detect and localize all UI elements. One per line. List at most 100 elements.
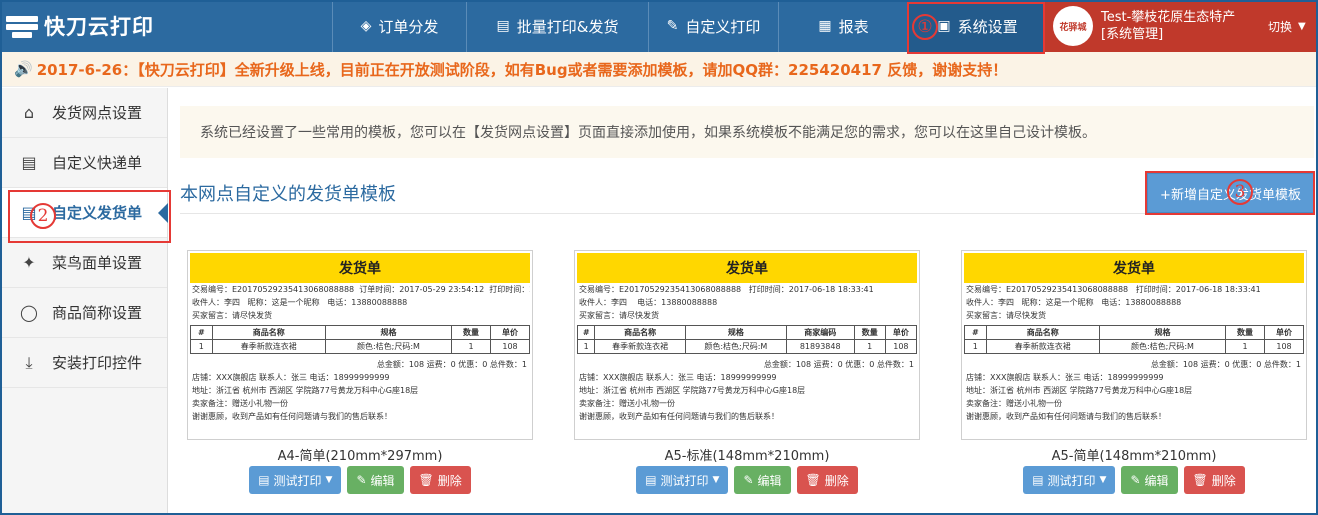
trash-icon: 🗑 [418,473,434,487]
sidebar-item-label: 自定义快递单 [52,154,143,172]
template-card: 发货单 交易编号：E20170529235413068088888 打印时间：2… [574,250,920,494]
test-print-button[interactable]: ▤ 测试打印 ▼ [249,466,342,494]
preview-buyer-msg: 买家留言：请尽快发货 [966,311,1046,320]
table-header: 单价 [884,325,918,340]
preview-buyer-msg: 买家留言：请尽快发货 [192,311,272,320]
caret-down-icon: ▼ [325,475,333,485]
delete-button[interactable]: 🗑 删除 [1183,466,1245,494]
preview-receiver-line: 收件人：李四 昵称：这是一个昵称 电话：13880088888 [964,296,1304,309]
preview-buyer-msg: 买家留言：请尽快发货 [579,311,659,320]
printer-icon: ▤ [1032,473,1044,487]
preview-totals: 总金额：108 运费：0 优惠：0 总件数：1 [763,360,914,369]
table-header: 商品名称 [985,325,1100,340]
app-title: 快刀云打印 [44,15,154,39]
preview-seller-note: 卖家备注：赠送小礼物一份 [579,399,675,408]
delete-button[interactable]: 🗑 删除 [796,466,858,494]
user-role: [系统管理] [1101,27,1164,42]
preview-receiver: 收件人：李四 [192,298,240,307]
nav-label: 报表 [838,17,869,36]
chat-bubble-icon: ◯ [20,303,38,322]
cell: 1 [1225,339,1265,354]
table-header: 规格 [324,325,453,340]
app-logo[interactable]: 快刀云打印 [6,0,154,52]
template-caption: A4-简单(210mm*297mm) [277,449,443,464]
preview-receiver: 收件人：李四 [579,298,627,307]
table-row: 1 春季新款连衣裙 颜色:桔色;尺码:M 1 108 [964,339,1304,354]
edit-button[interactable]: ✎ 编辑 [347,466,404,494]
nav-label: 订单分发 [378,17,439,36]
button-label: 删除 [824,473,849,488]
nav-custom-print[interactable]: ✎ 自定义打印 [648,0,778,52]
preview-print-time: 打印时间：2017-06-18 18:33:41 [1135,285,1261,294]
preview-totals: 总金额：108 运费：0 优惠：0 总件数：1 [376,360,527,369]
nav-order-dispatch[interactable]: ◈ 订单分发 [332,0,466,52]
table-header: 单价 [1264,325,1304,340]
nav-label: 自定义打印 [685,17,761,36]
test-print-button[interactable]: ▤ 测试打印 ▼ [636,466,729,494]
caret-down-icon: ▼ [712,475,720,485]
sidebar-item-custom-express[interactable]: ▤ 自定义快递单 [0,138,167,188]
cell: 1 [576,339,596,354]
edit-button[interactable]: ✎ 编辑 [734,466,791,494]
button-label: 测试打印 [1047,473,1096,488]
pencil-icon: ✎ [666,18,679,34]
sidebar: ⌂ 发货网点设置 ▤ 自定义快递单 ▤ 自定义发货单 ✦ 菜鸟面单设置 ◯ 商品… [0,88,168,515]
user-info: Test-攀枝花原生态特产 [系统管理] [1101,9,1266,43]
button-label: 测试打印 [273,473,322,488]
template-preview[interactable]: 发货单 交易编号：E20170529235413068088888 打印时间：2… [574,250,920,440]
preview-order-no: 交易编号：E20170529235413068088888 [192,285,355,294]
preview-table: # 商品名称 规格 数量 单价 1 春季新款连衣裙 颜色:桔色;尺码:M 1 1… [190,325,530,354]
preview-nickname: 昵称：这是一个昵称 [247,298,320,307]
sidebar-item-cainiao[interactable]: ✦ 菜鸟面单设置 [0,238,167,288]
switch-account-label[interactable]: 切换 [1268,18,1292,35]
button-label: 编辑 [1144,473,1169,488]
nav-batch-print[interactable]: ▤ 批量打印&发货 [466,0,648,52]
button-label: 删除 [437,473,462,488]
nav-label: 批量打印&发货 [516,17,619,36]
nav-reports[interactable]: ▦ 报表 [778,0,908,52]
table-header: 规格 [1098,325,1227,340]
user-menu[interactable]: 花驿城 Test-攀枝花原生态特产 [系统管理] 切换 ▼ [1045,0,1318,52]
preview-thanks: 谢谢惠顾，收到产品如有任何问题请与我们的售后联系！ [966,412,1166,421]
preview-order-no: 交易编号：E20170529235413068088888 [579,285,742,294]
cell: 春季新款连衣裙 [985,339,1100,354]
sidebar-item-custom-invoice[interactable]: ▤ 自定义发货单 [0,188,168,238]
preview-thanks: 谢谢惠顾，收到产品如有任何问题请与我们的售后联系！ [579,412,779,421]
template-caption: A5-标准(148mm*210mm) [664,449,830,464]
delete-button[interactable]: 🗑 删除 [409,466,471,494]
template-card: 发货单 交易编号：E20170529235413068088888 打印时间：2… [961,250,1307,494]
printer-icon: ▤ [21,203,37,222]
edit-button[interactable]: ✎ 编辑 [1121,466,1178,494]
info-text: 系统已经设置了一些常用的模板，您可以在【发货网点设置】页面直接添加使用，如果系统… [200,125,1096,141]
announcement-bar: 🔊 2017-6-26：【快刀云打印】全新升级上线，目前正在开放测试阶段，如有B… [0,52,1318,87]
preview-shop: 店铺：XXX旗舰店 联系人：张三 电话：18999999999 [192,373,390,382]
cell: 颜色:桔色;尺码:M [684,339,787,354]
cell: 108 [490,339,530,354]
printer-logo-icon [6,15,38,38]
trash-icon: 🗑 [1192,473,1208,487]
table-row: 1 春季新款连衣裙 颜色:桔色;尺码:M 1 108 [190,339,530,354]
calendar-icon: ▦ [818,18,832,34]
add-template-button[interactable]: +新增自定义发货单模板 [1147,173,1314,213]
template-preview[interactable]: 发货单 交易编号：E20170529235413068088888 打印时间：2… [961,250,1307,440]
download-icon: ⤓ [25,352,33,372]
sidebar-item-shipping-point[interactable]: ⌂ 发货网点设置 [0,88,167,138]
preview-receiver: 收件人：李四 [966,298,1014,307]
store-icon: ⌂ [23,103,35,122]
preview-table: # 商品名称 规格 数量 单价 1 春季新款连衣裙 颜色:桔色;尺码:M 1 1… [964,325,1304,354]
cell: 春季新款连衣裙 [594,339,686,354]
preview-order-line: 交易编号：E20170529235413068088888 打印时间：2017-… [964,283,1304,296]
cell: 108 [884,339,918,354]
button-label: 删除 [1211,473,1236,488]
sidebar-item-install-plugin[interactable]: ⤓ 安装打印控件 [0,338,167,388]
nav-system-settings[interactable]: ▣ 系统设置 [908,0,1046,52]
cell: 颜色:桔色;尺码:M [1098,339,1227,354]
template-preview[interactable]: 发货单 交易编号：E20170529235413068088888 订单时间：2… [187,250,533,440]
printer-icon: ▤ [645,473,657,487]
table-header: # [964,325,987,340]
template-actions: ▤ 测试打印 ▼ ✎ 编辑 🗑 删除 [574,466,920,494]
sidebar-item-label: 安装打印控件 [52,354,143,372]
test-print-button[interactable]: ▤ 测试打印 ▼ [1023,466,1116,494]
edit-icon: ✎ [1130,473,1141,487]
sidebar-item-product-alias[interactable]: ◯ 商品简称设置 [0,288,167,338]
